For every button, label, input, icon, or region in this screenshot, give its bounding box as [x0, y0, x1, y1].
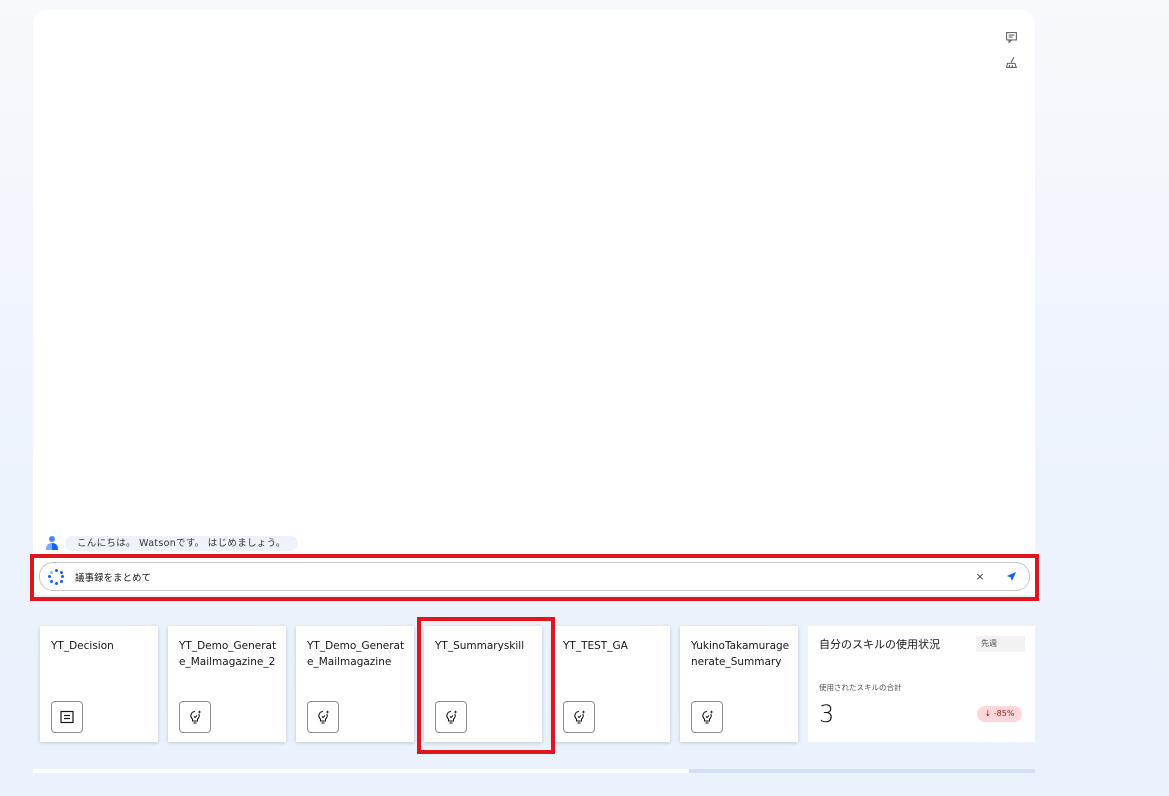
skill-icon-button[interactable] — [691, 701, 723, 733]
clear-conversation-icon[interactable] — [1003, 54, 1019, 70]
chat-input-box[interactable]: × — [39, 562, 1030, 591]
scroll-progress-track — [33, 769, 1035, 773]
skill-card[interactable]: YT_TEST_GA — [552, 626, 670, 742]
skill-icon-button[interactable] — [179, 701, 211, 733]
skill-card[interactable]: YT_Demo_Generate_Mailmagazine_2 — [168, 626, 286, 742]
watson-avatar-icon — [45, 535, 59, 551]
period-selector[interactable]: 先週 — [976, 636, 1025, 652]
chat-history-icon[interactable] — [1003, 29, 1019, 45]
document-icon — [60, 710, 74, 724]
lightbulb-sparkle-icon — [574, 710, 586, 724]
send-icon[interactable] — [1004, 570, 1018, 584]
scroll-progress-fill[interactable] — [689, 769, 1035, 773]
usage-count: 3 — [819, 700, 835, 728]
skill-name: YT_Decision — [51, 640, 114, 652]
skill-name: YT_Demo_Generate_Mailmagazine — [307, 640, 405, 668]
usage-subtitle: 使用されたスキルの合計 — [819, 683, 902, 692]
skill-icon-button[interactable] — [307, 701, 339, 733]
skill-card[interactable]: YukinoTakamuragenerate_Summary — [680, 626, 798, 742]
skill-card-highlight-frame — [417, 617, 555, 754]
chat-input[interactable] — [75, 571, 973, 582]
usage-delta-badge: ↓ -85% — [977, 706, 1022, 722]
skill-name: YT_TEST_GA — [563, 640, 628, 652]
greeting-bubble: こんにちは。 Watsonです。 はじめましょう。 — [65, 535, 298, 551]
chat-panel: こんにちは。 Watsonです。 はじめましょう。 — [33, 10, 1035, 595]
skill-name: YT_Demo_Generate_Mailmagazine_2 — [179, 640, 277, 668]
skill-icon-button[interactable] — [563, 701, 595, 733]
lightbulb-sparkle-icon — [318, 710, 330, 724]
lightbulb-sparkle-icon — [702, 710, 714, 724]
greeting-message: こんにちは。 Watsonです。 はじめましょう。 — [45, 535, 298, 551]
skill-name: YukinoTakamuragenerate_Summary — [691, 640, 790, 668]
skill-card[interactable]: YT_Demo_Generate_Mailmagazine — [296, 626, 414, 742]
skill-icon-button[interactable] — [51, 701, 83, 733]
clear-input-icon[interactable]: × — [973, 570, 987, 584]
usage-title: 自分のスキルの使用状況 — [819, 638, 940, 651]
loading-spinner-icon — [48, 568, 64, 585]
skill-card[interactable]: YT_Decision — [40, 626, 158, 742]
skill-usage-card: 自分のスキルの使用状況 先週 使用されたスキルの合計 3 ↓ -85% — [808, 626, 1035, 742]
lightbulb-sparkle-icon — [190, 710, 202, 724]
